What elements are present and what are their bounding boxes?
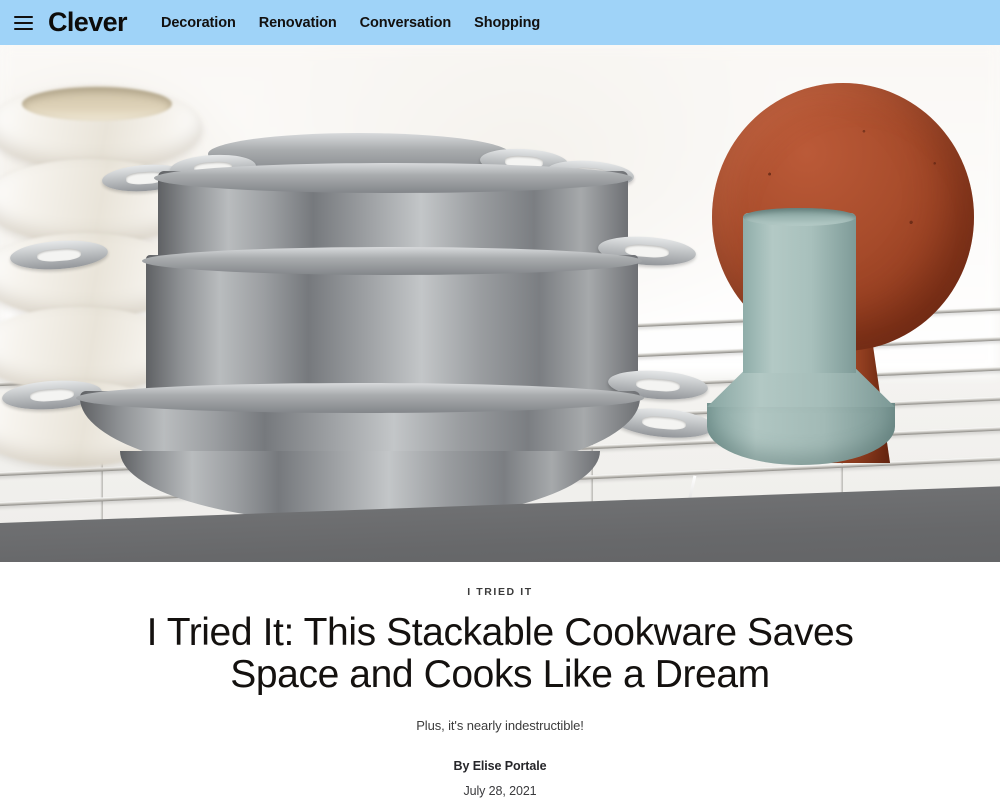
article-dek: Plus, it's nearly indestructible! <box>416 718 584 734</box>
hamburger-line <box>13 27 33 30</box>
hamburger-menu-icon[interactable] <box>10 10 36 36</box>
article-header: I Tried It I Tried It: This Stackable Co… <box>0 562 1000 799</box>
nav-item-shopping[interactable]: Shopping <box>474 15 540 31</box>
primary-navigation: Decoration Renovation Conversation Shopp… <box>161 15 540 31</box>
hero-image <box>0 45 1000 562</box>
sage-vase-rim <box>743 208 856 226</box>
article-rubric[interactable]: I Tried It <box>0 586 1000 598</box>
nav-item-renovation[interactable]: Renovation <box>259 15 337 31</box>
nav-item-conversation[interactable]: Conversation <box>360 15 452 31</box>
stacked-stainless-cookware-icon <box>1 133 716 543</box>
article-byline[interactable]: By Elise Portale <box>0 759 1000 773</box>
vase-mouth <box>22 87 172 121</box>
nav-item-decoration[interactable]: Decoration <box>161 15 236 31</box>
sage-vase-neck <box>743 213 856 373</box>
page-title: I Tried It: This Stackable Cookware Save… <box>146 611 854 697</box>
article-publish-date: July 28, 2021 <box>463 784 537 799</box>
hamburger-line <box>13 21 33 24</box>
site-logo[interactable]: Clever <box>48 9 128 36</box>
sage-green-vase-icon <box>705 208 900 465</box>
hamburger-line <box>13 15 33 18</box>
sage-vase-base <box>707 403 895 465</box>
hero-photo <box>0 45 1000 562</box>
site-header: Clever Decoration Renovation Conversatio… <box>0 0 1000 45</box>
